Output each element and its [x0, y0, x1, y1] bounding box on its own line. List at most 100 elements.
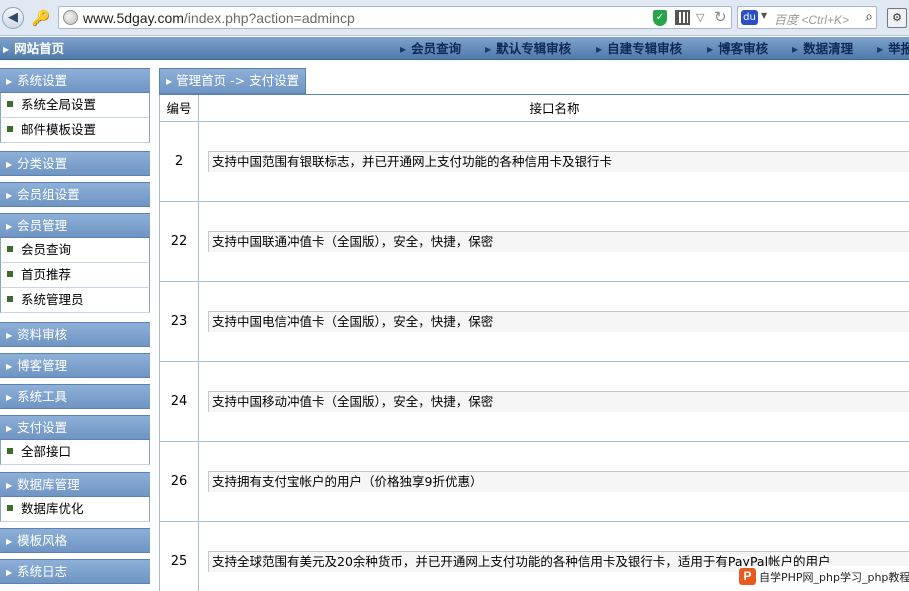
bullet-icon [7, 126, 13, 132]
sidebar-item[interactable]: 全部接口 [0, 440, 150, 465]
sidebar-item[interactable]: 邮件模板设置 [0, 118, 150, 143]
sidebar-item[interactable]: 数据库优化 [0, 497, 150, 522]
qr-code-icon[interactable] [675, 10, 690, 25]
arrow-right-icon: ▶ [6, 160, 13, 169]
sidebar-group-category-settings: ▶ 分类设置 [0, 151, 150, 176]
sidebar-group-system-settings: ▶ 系统设置 系统全局设置 邮件模板设置 [0, 68, 150, 143]
url-domain: www.5dgay.com [83, 10, 184, 26]
sidebar-group-system-tools: ▶ 系统工具 [0, 384, 150, 409]
table-row[interactable]: 22 支持中国联通冲值卡（全国版），安全，快捷，保密 [160, 202, 909, 282]
column-header-id: 编号 [160, 95, 199, 122]
sidebar-header[interactable]: ▶ 资料审核 [0, 322, 150, 347]
sidebar-header[interactable]: ▶ 模板风格 [0, 528, 150, 553]
search-engine-dropdown-icon[interactable]: ▼ [761, 11, 767, 20]
sidebar-header[interactable]: ▶ 会员管理 [0, 213, 150, 238]
sidebar-header-label: 会员组设置 [17, 187, 80, 202]
arrow-right-icon: ▶ [596, 45, 603, 54]
nav-home-link[interactable]: ▶ 网站首页 [3, 37, 64, 60]
watermark-text: 自学PHP网_php学习_php教程 [759, 571, 909, 584]
sidebar-header-label: 博客管理 [17, 358, 68, 373]
site-logo-icon: P [739, 568, 756, 585]
table-row[interactable]: 24 支持中国移动冲值卡（全国版），安全，快捷，保密 [160, 362, 909, 442]
search-box[interactable]: du ▼ 百度 <Ctrl+K> ⌕ [737, 6, 877, 29]
nav-item-data-cleanup[interactable]: ▶ 数据清理 [792, 37, 853, 60]
sidebar-header[interactable]: ▶ 支付设置 [0, 415, 150, 440]
sidebar-item[interactable]: 会员查询 [0, 238, 150, 263]
url-text[interactable]: www.5dgay.com/index.php?action=admincp [83, 10, 355, 26]
row-id: 26 [160, 442, 199, 522]
table-row[interactable]: 23 支持中国电信冲值卡（全国版），安全，快捷，保密 [160, 282, 909, 362]
row-description: 支持中国范围有银联标志，并已开通网上支付功能的各种信用卡及银行卡 [208, 151, 909, 172]
nav-item-label: 数据清理 [803, 41, 854, 56]
sidebar-group-payment-settings: ▶ 支付设置 全部接口 [0, 415, 150, 465]
row-description: 支持中国联通冲值卡（全国版），安全，快捷，保密 [208, 231, 909, 252]
sidebar-item-label: 会员查询 [21, 242, 72, 257]
sidebar-group-member-management: ▶ 会员管理 会员查询 首页推荐 系统管理员 [0, 213, 150, 313]
table-row[interactable]: 26 支持拥有支付宝帐户的用户（价格独享9折优惠） [160, 442, 909, 522]
breadcrumb-label: 管理首页 -> 支付设置 [176, 73, 300, 88]
sidebar-header-label: 资料审核 [17, 327, 68, 342]
bullet-icon [7, 448, 13, 454]
nav-item-label: 默认专辑审核 [496, 41, 572, 56]
bullet-icon [7, 505, 13, 511]
sidebar-header[interactable]: ▶ 博客管理 [0, 353, 150, 378]
sidebar-header[interactable]: ▶ 系统工具 [0, 384, 150, 409]
arrow-right-icon: ▶ [3, 45, 10, 54]
top-navigation: ▶ 网站首页 ▶ 会员查询 ▶ 默认专辑审核 ▶ 自建专辑审核 ▶ 博客审核 ▶ 数据清理 … [0, 37, 909, 60]
sidebar-header-label: 分类设置 [17, 156, 68, 171]
row-description: 支持中国电信冲值卡（全国版），安全，快捷，保密 [208, 311, 909, 332]
address-bar[interactable]: www.5dgay.com/index.php?action=admincp ✓… [58, 6, 732, 29]
nav-item-blog-review[interactable]: ▶ 博客审核 [707, 37, 768, 60]
sidebar-header[interactable]: ▶ 系统日志 [0, 559, 150, 584]
arrow-right-icon: ▶ [6, 481, 13, 490]
arrow-right-icon: ▶ [6, 191, 13, 200]
row-id: 25 [160, 522, 199, 591]
arrow-right-icon: ▶ [6, 222, 13, 231]
sidebar-group-member-group-settings: ▶ 会员组设置 [0, 182, 150, 207]
sidebar-item[interactable]: 系统全局设置 [0, 93, 150, 118]
row-id: 24 [160, 362, 199, 442]
sidebar: ▶ 系统设置 系统全局设置 邮件模板设置 ▶ 分类设置 ▶ 会员组设置 ▶ 会员管理 会… [0, 66, 150, 591]
sidebar-header-label: 系统工具 [17, 389, 68, 404]
sidebar-item[interactable]: 系统管理员 [0, 288, 150, 313]
reload-icon[interactable]: ↻ [714, 8, 727, 26]
arrow-right-icon: ▶ [707, 45, 714, 54]
back-arrow-icon[interactable]: ◀ [2, 7, 24, 29]
nav-item-label: 自建专辑审核 [607, 41, 683, 56]
sidebar-header-label: 数据库管理 [17, 477, 80, 492]
sidebar-header[interactable]: ▶ 系统设置 [0, 68, 150, 93]
bullet-icon [7, 296, 13, 302]
breadcrumb: ▶ 管理首页 -> 支付设置 [159, 68, 306, 94]
shield-icon[interactable]: ✓ [653, 10, 667, 26]
nav-item-custom-album-review[interactable]: ▶ 自建专辑审核 [596, 37, 682, 60]
sidebar-item-label: 首页推荐 [21, 267, 72, 282]
sidebar-group-profile-review: ▶ 资料审核 [0, 322, 150, 347]
extension-icon[interactable]: ⚙ [887, 8, 907, 28]
arrow-right-icon: ▶ [6, 424, 13, 433]
search-input[interactable]: 百度 <Ctrl+K> [774, 11, 849, 28]
table-row[interactable]: 2 支持中国范围有银联标志，并已开通网上支付功能的各种信用卡及银行卡 [160, 122, 909, 202]
sidebar-header[interactable]: ▶ 数据库管理 [0, 472, 150, 497]
sidebar-item-label: 邮件模板设置 [21, 122, 97, 137]
nav-item-report[interactable]: ▶ 举报 [877, 37, 909, 60]
sidebar-header[interactable]: ▶ 会员组设置 [0, 182, 150, 207]
sidebar-header-label: 支付设置 [17, 420, 68, 435]
browser-toolbar: ◀ 🔑 www.5dgay.com/index.php?action=admin… [0, 0, 909, 36]
payment-interface-table: 编号 接口名称 2 支持中国范围有银联标志，并已开通网上支付功能的各种信用卡及银… [159, 95, 909, 591]
nav-item-member-search[interactable]: ▶ 会员查询 [400, 37, 461, 60]
key-icon[interactable]: 🔑 [30, 7, 52, 29]
sidebar-header-label: 系统日志 [17, 564, 68, 579]
sidebar-header-label: 系统设置 [17, 73, 68, 88]
sidebar-item-label: 系统管理员 [21, 292, 84, 307]
arrow-right-icon: ▶ [792, 45, 799, 54]
arrow-right-icon: ▶ [6, 537, 13, 546]
column-header-name: 接口名称 [199, 95, 909, 122]
sidebar-item[interactable]: 首页推荐 [0, 263, 150, 288]
chevron-down-icon[interactable]: ▽ [696, 10, 704, 26]
arrow-right-icon: ▶ [6, 77, 13, 86]
sidebar-header[interactable]: ▶ 分类设置 [0, 151, 150, 176]
search-icon[interactable]: ⌕ [865, 9, 873, 25]
nav-item-default-album-review[interactable]: ▶ 默认专辑审核 [485, 37, 571, 60]
baidu-paw-icon[interactable]: du [741, 10, 758, 25]
arrow-right-icon: ▶ [877, 45, 884, 54]
